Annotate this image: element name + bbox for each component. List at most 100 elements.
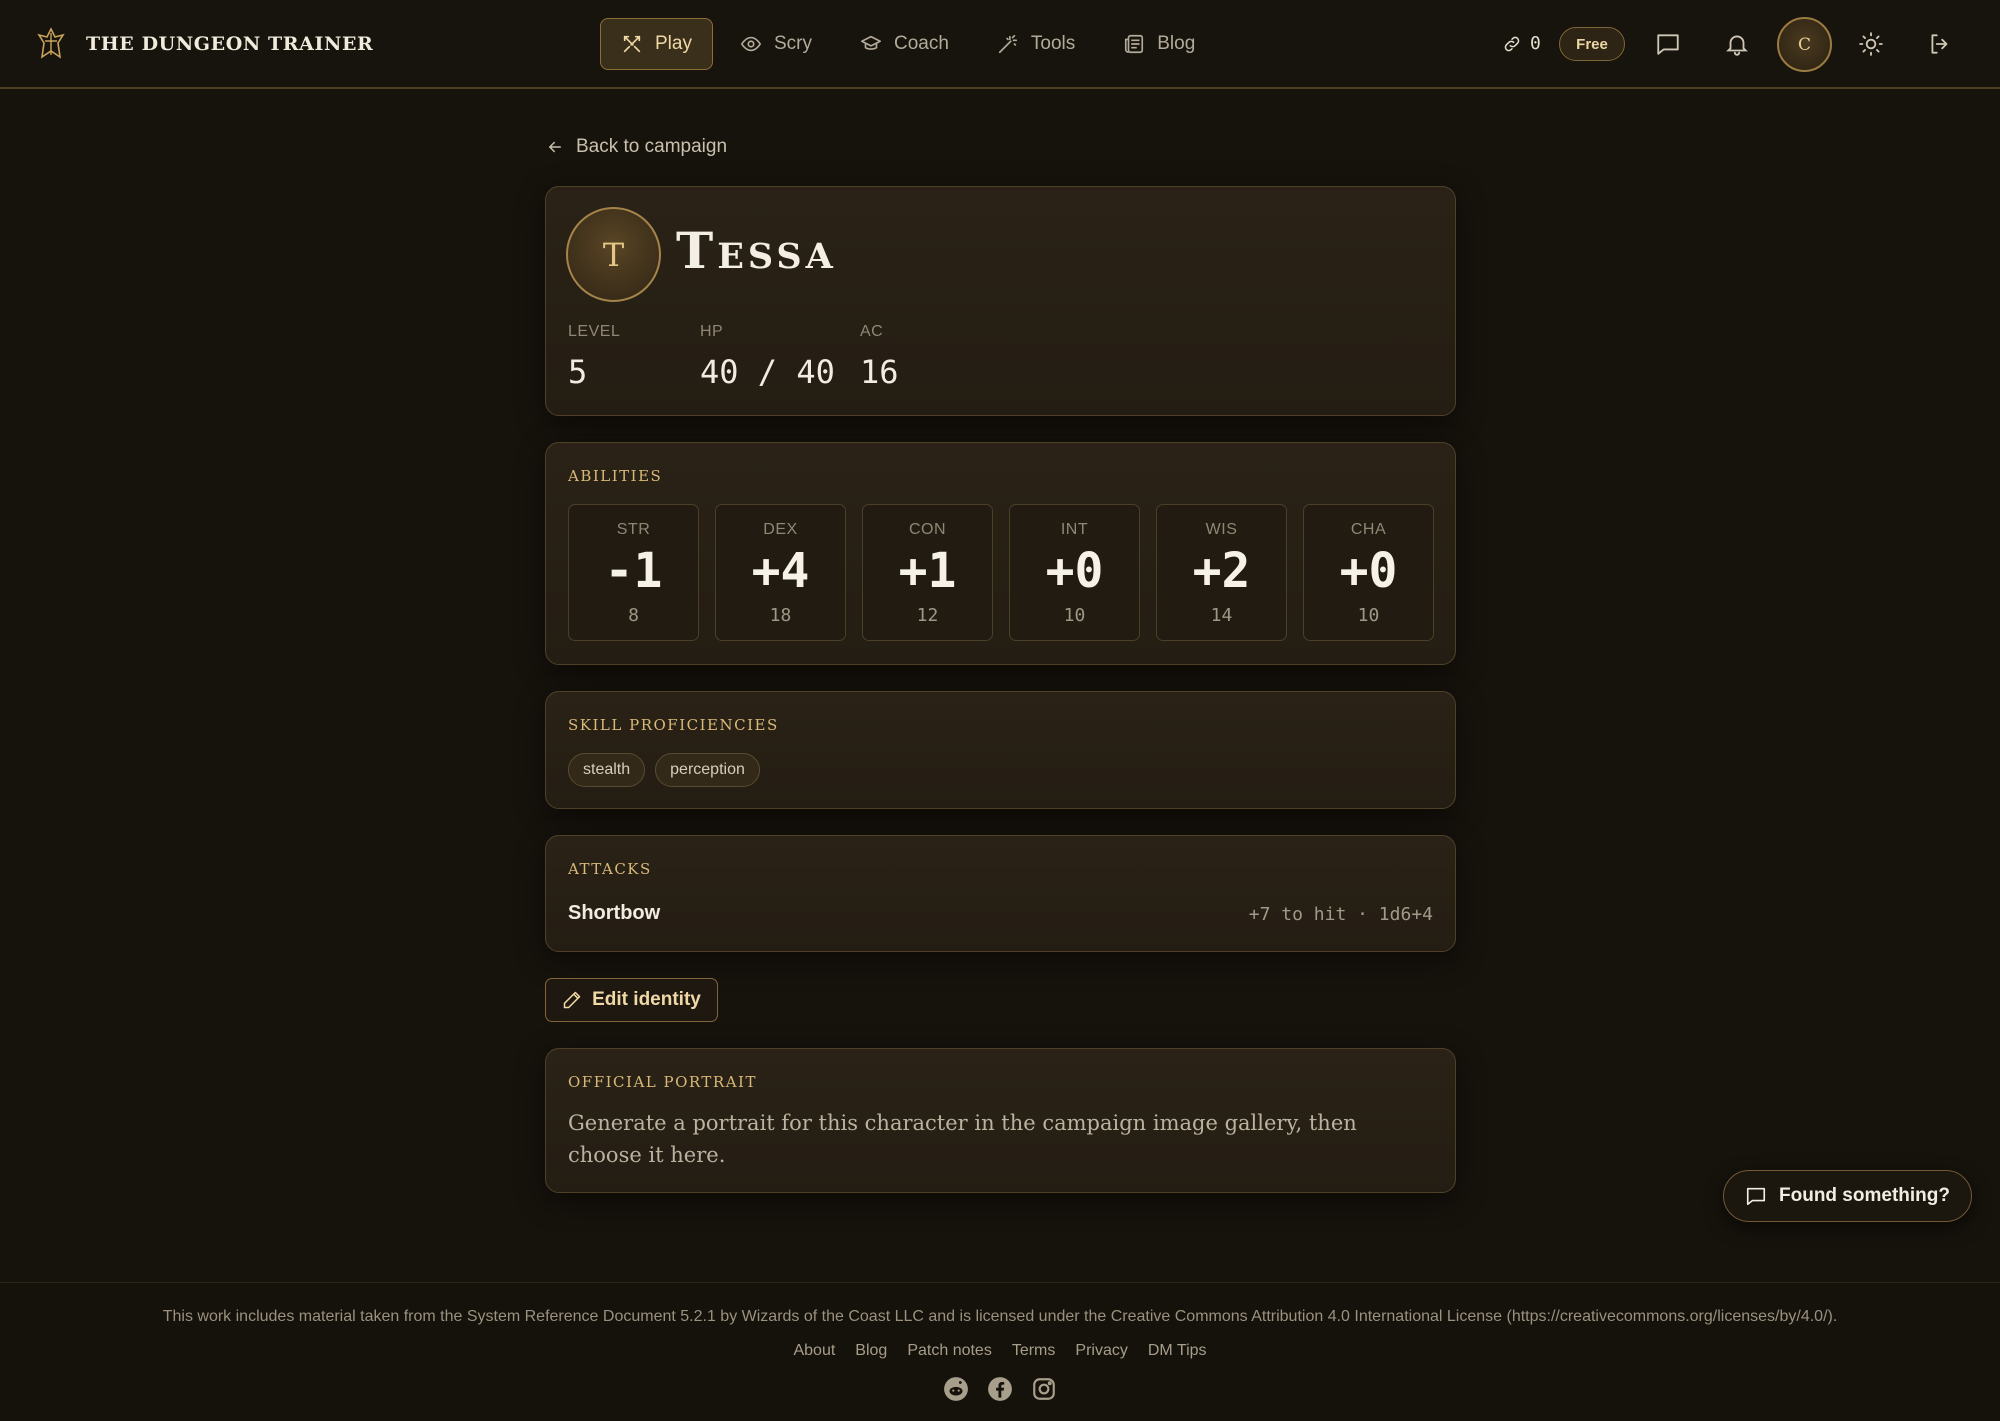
- feedback-button[interactable]: Found something?: [1723, 1170, 1972, 1222]
- footer-link-terms[interactable]: Terms: [1012, 1342, 1056, 1360]
- official-portrait-card: OFFICIAL PORTRAIT Generate a portrait fo…: [545, 1048, 1456, 1193]
- newspaper-icon: [1125, 34, 1144, 54]
- back-to-campaign-link[interactable]: Back to campaign: [546, 136, 727, 158]
- nav-blog[interactable]: Blog: [1102, 18, 1216, 70]
- footer-link-blog[interactable]: Blog: [855, 1342, 887, 1360]
- skill-chip: stealth: [568, 753, 646, 787]
- ability-name: CON: [908, 521, 947, 538]
- footer: This work includes material taken from t…: [0, 1282, 2000, 1421]
- ability-dex: DEX +4 18: [715, 504, 846, 641]
- theme-toggle-button[interactable]: [1856, 29, 1886, 59]
- footer-link-dm-tips[interactable]: DM Tips: [1148, 1342, 1207, 1360]
- footer-link-about[interactable]: About: [793, 1342, 835, 1360]
- footer-link-patch-notes[interactable]: Patch notes: [907, 1342, 992, 1360]
- facebook-icon[interactable]: [986, 1375, 1014, 1403]
- ability-wis: WIS +2 14: [1156, 504, 1287, 641]
- nav-scry-label: Scry: [773, 33, 812, 54]
- ability-score: 10: [1357, 605, 1380, 626]
- character-name: Tessa: [676, 221, 837, 280]
- character-header-card: T Tessa LEVEL 5 HP 40 / 40 AC 16: [545, 186, 1456, 416]
- credits-counter[interactable]: 0: [1502, 33, 1541, 54]
- eye-icon: [740, 36, 762, 52]
- brand-name: THE DUNGEON TRAINER: [86, 33, 374, 55]
- notifications-button[interactable]: [1722, 29, 1752, 59]
- ability-cha: CHA +0 10: [1303, 504, 1434, 641]
- ability-score: 12: [916, 605, 939, 626]
- skills-title: SKILL PROFICIENCIES: [568, 716, 779, 734]
- ability-str: STR -1 8: [568, 504, 699, 641]
- ability-score: 18: [769, 605, 792, 626]
- ability-modifier: +2: [1192, 543, 1251, 599]
- back-link-label: Back to campaign: [576, 136, 728, 157]
- level-label: LEVEL: [568, 323, 621, 340]
- ability-name: WIS: [1205, 521, 1238, 538]
- level-value: 5: [568, 353, 588, 391]
- skill-chip-list: stealth perception: [568, 753, 770, 787]
- bell-icon: [1726, 35, 1748, 56]
- hp-stat: HP 40 / 40: [700, 323, 835, 391]
- ability-name: DEX: [763, 521, 798, 538]
- nav-tools[interactable]: Tools: [976, 18, 1096, 70]
- instagram-icon[interactable]: [1030, 1375, 1058, 1403]
- main-nav: Play Scry Coach Tools Blog: [600, 18, 1222, 70]
- attacks-card: ATTACKS Shortbow +7 to hit · 1d6+4: [545, 835, 1456, 952]
- ability-con: CON +1 12: [862, 504, 993, 641]
- abilities-card: ABILITIES STR -1 8 DEX +4 18 CON +1 12 I…: [545, 442, 1456, 665]
- nav-blog-label: Blog: [1157, 33, 1196, 54]
- link-icon: [1504, 36, 1520, 51]
- nav-tools-label: Tools: [1030, 33, 1076, 54]
- attack-stats: +7 to hit · 1d6+4: [1248, 904, 1433, 925]
- top-navigation-bar: THE DUNGEON TRAINER Play Scry Coach Tool…: [0, 0, 2000, 89]
- license-text: This work includes material taken from t…: [162, 1308, 1838, 1325]
- portrait-title: OFFICIAL PORTRAIT: [568, 1073, 757, 1091]
- nav-play-label: Play: [655, 33, 692, 54]
- portrait-description: Generate a portrait for this character i…: [568, 1111, 1357, 1167]
- hp-label: HP: [700, 323, 724, 340]
- feedback-label: Found something?: [1779, 1185, 1950, 1206]
- nav-coach-label: Coach: [893, 33, 949, 54]
- ability-name: INT: [1060, 521, 1089, 538]
- ability-int: INT +0 10: [1009, 504, 1140, 641]
- skill-chip: perception: [655, 753, 760, 787]
- log-out-icon: [1931, 34, 1948, 54]
- attack-name: Shortbow: [568, 902, 661, 924]
- reddit-icon[interactable]: [942, 1375, 970, 1403]
- graduation-cap-icon: [860, 35, 881, 50]
- ability-name: CHA: [1350, 521, 1387, 538]
- footer-link-privacy[interactable]: Privacy: [1075, 1342, 1127, 1360]
- message-square-icon: [1657, 34, 1679, 55]
- nav-scry[interactable]: Scry: [719, 18, 833, 70]
- attacks-title: ATTACKS: [568, 860, 652, 878]
- ability-modifier: +0: [1045, 543, 1104, 599]
- credits-value: 0: [1530, 33, 1541, 54]
- ability-score: 8: [628, 605, 639, 626]
- messages-button[interactable]: [1653, 29, 1683, 59]
- user-avatar[interactable]: C: [1777, 17, 1832, 72]
- logout-button[interactable]: [1925, 29, 1955, 59]
- dungeon-trainer-logo-icon: [37, 27, 65, 59]
- brand[interactable]: THE DUNGEON TRAINER: [36, 27, 373, 61]
- footer-links: About Blog Patch notes Terms Privacy DM …: [0, 1342, 2000, 1360]
- ac-label: AC: [860, 323, 884, 340]
- swords-icon: [623, 35, 641, 53]
- ability-modifier: +0: [1339, 543, 1398, 599]
- hp-value: 40 / 40: [700, 353, 835, 391]
- plan-badge[interactable]: Free: [1559, 27, 1625, 61]
- ac-stat: AC 16: [860, 323, 899, 391]
- arrow-left-icon: [549, 141, 561, 153]
- social-links: [0, 1375, 2000, 1403]
- pencil-icon: [563, 991, 581, 1009]
- abilities-title: ABILITIES: [568, 467, 663, 485]
- message-square-icon: [1746, 1187, 1766, 1206]
- ability-modifier: -1: [604, 543, 663, 599]
- nav-play[interactable]: Play: [600, 18, 713, 70]
- ac-value: 16: [860, 353, 899, 391]
- skill-proficiencies-card: SKILL PROFICIENCIES stealth perception: [545, 691, 1456, 809]
- ability-score: 10: [1063, 605, 1086, 626]
- ability-modifier: +4: [751, 543, 810, 599]
- character-avatar[interactable]: T: [566, 207, 661, 302]
- level-stat: LEVEL 5: [568, 323, 620, 391]
- edit-identity-label: Edit identity: [592, 989, 701, 1010]
- nav-coach[interactable]: Coach: [839, 18, 970, 70]
- edit-identity-button[interactable]: Edit identity: [545, 978, 718, 1022]
